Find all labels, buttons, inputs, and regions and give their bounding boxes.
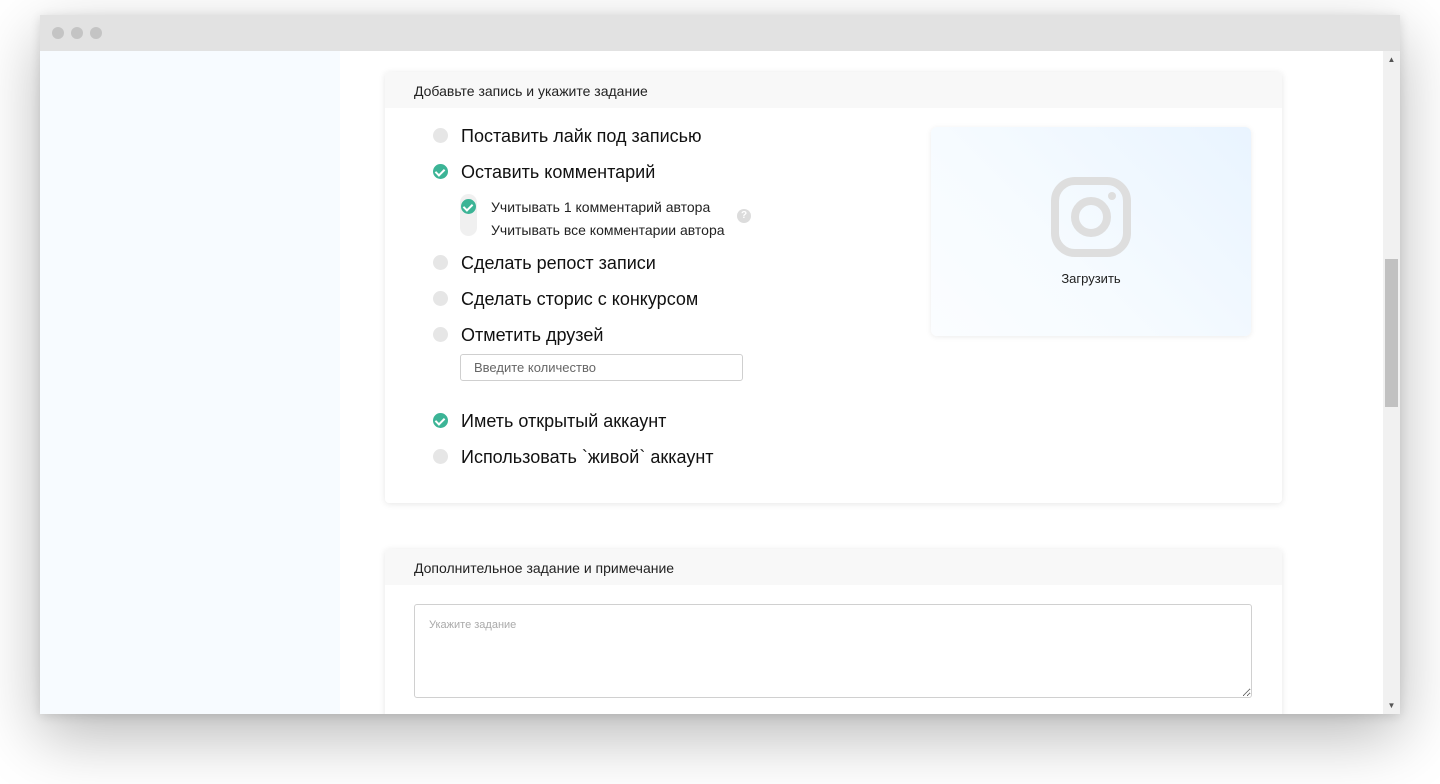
comment-mode-selected-knob[interactable] xyxy=(461,199,476,214)
upload-area[interactable]: Загрузить xyxy=(931,127,1251,336)
option-live-account-radio[interactable] xyxy=(433,449,448,464)
friends-count-input[interactable] xyxy=(460,354,743,381)
option-repost-label: Сделать репост записи xyxy=(461,253,656,273)
option-open-account-radio[interactable] xyxy=(433,413,448,428)
upload-label: Загрузить xyxy=(1061,271,1121,286)
window-close-dot[interactable] xyxy=(52,27,64,39)
extra-task-card: Дополнительное задание и примечание xyxy=(385,549,1282,714)
scrollbar-thumb[interactable] xyxy=(1385,259,1398,407)
option-tag-friends-label: Отметить друзей xyxy=(461,325,604,345)
option-like-radio[interactable] xyxy=(433,128,448,143)
option-comment-radio[interactable] xyxy=(433,164,448,179)
sidebar xyxy=(40,51,340,714)
comment-mode-all-label[interactable]: Учитывать все комментарии автора xyxy=(491,222,725,238)
option-story-radio[interactable] xyxy=(433,291,448,306)
window-titlebar xyxy=(40,15,1400,51)
option-open-account-label: Иметь открытый аккаунт xyxy=(461,411,667,431)
option-story-label: Сделать сторис с конкурсом xyxy=(461,289,699,309)
scrollbar[interactable]: ▲ ▼ xyxy=(1383,51,1400,714)
main-content: Добавьте запись и укажите задание Постав… xyxy=(340,51,1383,714)
option-comment-label: Оставить комментарий xyxy=(461,162,656,182)
instagram-icon xyxy=(1051,177,1131,257)
comment-mode-one-label[interactable]: Учитывать 1 комментарий автора xyxy=(491,199,710,215)
option-live-account-label: Использовать `живой` аккаунт xyxy=(461,447,714,467)
post-task-card-header: Добавьте запись и укажите задание xyxy=(385,72,1282,108)
scroll-up-arrow-icon[interactable]: ▲ xyxy=(1383,51,1400,68)
post-task-card: Добавьте запись и укажите задание Постав… xyxy=(385,72,1282,503)
window-minimize-dot[interactable] xyxy=(71,27,83,39)
help-icon[interactable]: ? xyxy=(737,209,751,223)
scroll-down-arrow-icon[interactable]: ▼ xyxy=(1383,697,1400,714)
option-tag-friends-radio[interactable] xyxy=(433,327,448,342)
extra-task-card-header: Дополнительное задание и примечание xyxy=(385,549,1282,585)
option-like-label: Поставить лайк под записью xyxy=(461,126,702,146)
option-repost-radio[interactable] xyxy=(433,255,448,270)
post-task-card-title: Добавьте запись и укажите задание xyxy=(414,83,648,99)
window-maximize-dot[interactable] xyxy=(90,27,102,39)
browser-window: Добавьте запись и укажите задание Постав… xyxy=(40,15,1400,714)
extra-task-card-title: Дополнительное задание и примечание xyxy=(414,560,675,576)
task-textarea[interactable] xyxy=(414,604,1252,698)
